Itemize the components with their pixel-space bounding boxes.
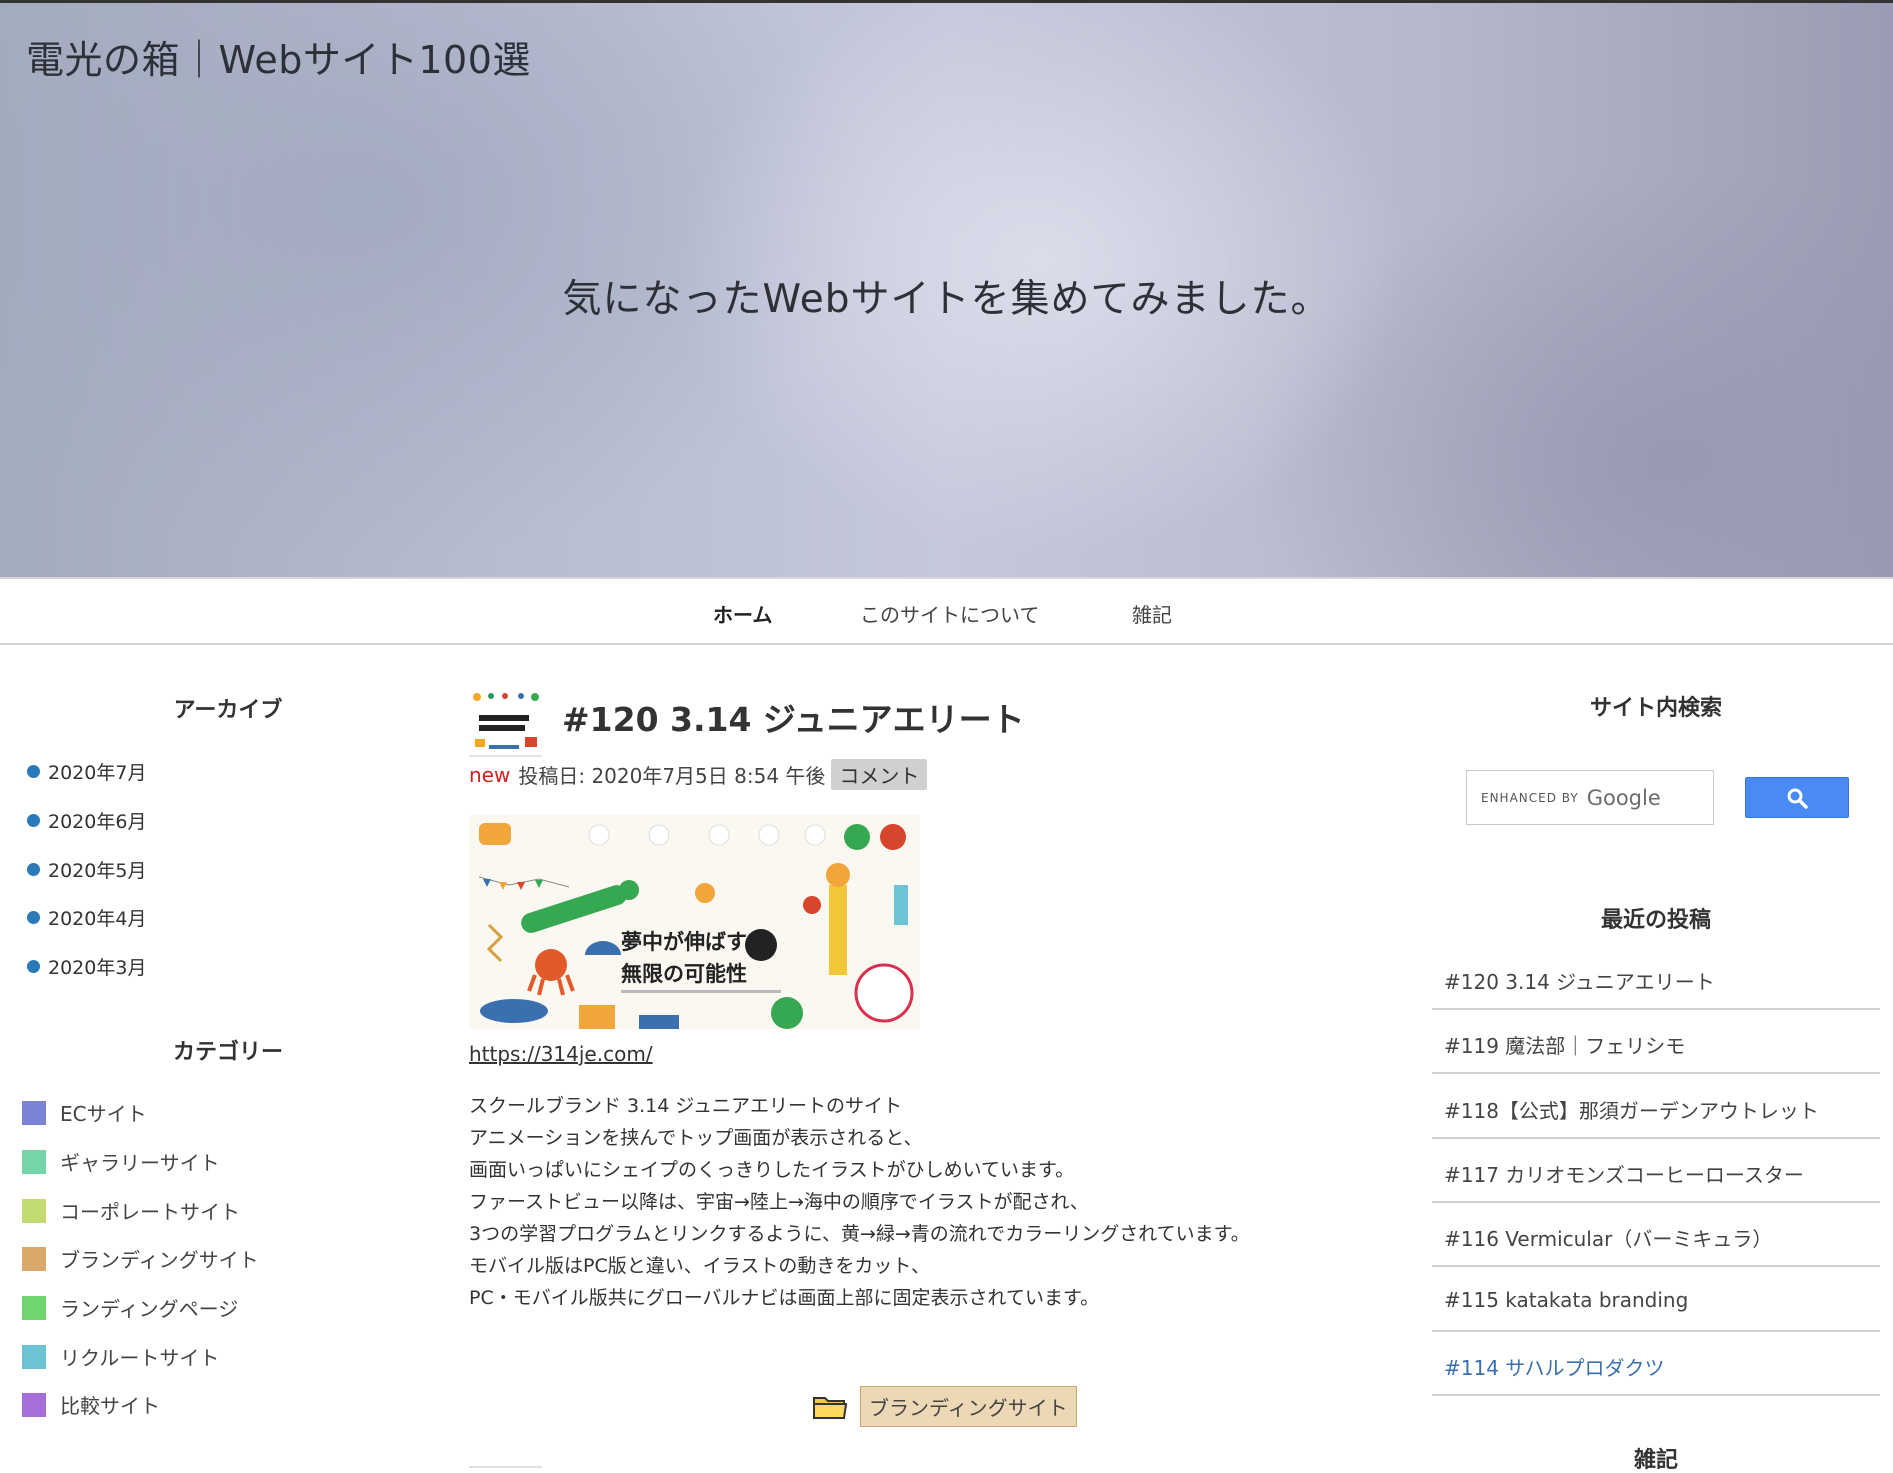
category-link[interactable]: リクルートサイト — [60, 1342, 219, 1371]
category-swatch — [22, 1246, 46, 1271]
body-line: スクールブランド 3.14 ジュニアエリートのサイト — [469, 1095, 903, 1117]
next-post-divider — [469, 1466, 542, 1468]
recent-posts-title: 最近の投稿 — [1600, 908, 1711, 933]
category-swatch — [22, 1392, 46, 1417]
main-nav: ホーム このサイトについて 雑記 — [0, 577, 1893, 645]
search-input[interactable]: ENHANCED BY Google — [1466, 770, 1714, 825]
category-swatch — [22, 1100, 46, 1125]
category-link[interactable]: ECサイト — [60, 1098, 147, 1127]
image-headline-1: 夢中が伸ばす — [621, 930, 747, 954]
comment-link[interactable]: コメント — [831, 759, 928, 790]
category-link[interactable]: コーポレートサイト — [60, 1196, 240, 1225]
category-item[interactable]: ブランディングサイト — [22, 1244, 259, 1273]
recent-post-item[interactable]: #116 Vermicular（バーミキュラ） — [1432, 1203, 1880, 1267]
category-swatch — [22, 1198, 46, 1223]
nav-misc[interactable]: 雑記 — [1132, 599, 1172, 628]
archive-link[interactable]: 2020年6月 — [48, 807, 146, 834]
body-line: ファーストビュー以降は、宇宙→陸上→海中の順序でイラストが配され、 — [469, 1191, 1089, 1213]
category-swatch — [22, 1149, 46, 1174]
hero-header: 電光の箱｜Webサイト100選 気になったWebサイトを集めてみました。 — [0, 3, 1893, 577]
post-thumbnail[interactable] — [469, 687, 542, 757]
archive-item[interactable]: 2020年5月 — [27, 856, 146, 883]
site-tagline: 気になったWebサイトを集めてみました。 — [562, 277, 1331, 322]
category-item[interactable]: 比較サイト — [22, 1390, 160, 1419]
category-swatch — [22, 1344, 46, 1369]
archive-link[interactable]: 2020年3月 — [48, 953, 146, 980]
post-meta: new 投稿日: 2020年7月5日 8:54 午後 コメント — [469, 759, 928, 790]
site-title[interactable]: 電光の箱｜Webサイト100選 — [26, 29, 531, 84]
archive-link[interactable]: 2020年5月 — [48, 856, 146, 883]
recent-post-item[interactable]: #119 魔法部｜フェリシモ — [1432, 1010, 1880, 1074]
post-body: スクールブランド 3.14 ジュニアエリートのサイト アニメーションを挟んでトッ… — [469, 1090, 1250, 1314]
nav-about[interactable]: このサイトについて — [860, 599, 1039, 628]
archive-item[interactable]: 2020年7月 — [27, 758, 146, 785]
misc-title: 雑記 — [1633, 1448, 1678, 1473]
bullet-icon — [27, 765, 40, 778]
recent-post-item[interactable]: #120 3.14 ジュニアエリート — [1432, 946, 1880, 1010]
category-item[interactable]: ランディングページ — [22, 1293, 238, 1322]
archive-title: アーカイブ — [173, 698, 283, 723]
google-logo: Google — [1586, 785, 1661, 810]
archive-item[interactable]: 2020年3月 — [27, 953, 146, 980]
category-title: カテゴリー — [172, 1040, 283, 1065]
category-tag[interactable]: ブランディングサイト — [860, 1386, 1077, 1427]
search-title: サイト内検索 — [1589, 696, 1722, 721]
body-line: 3つの学習プログラムとリンクするように、黄→緑→青の流れでカラーリングされていま… — [469, 1223, 1250, 1245]
search-icon — [1787, 788, 1808, 809]
archive-item[interactable]: 2020年6月 — [27, 807, 146, 834]
bullet-icon — [27, 863, 40, 876]
category-item[interactable]: ギャラリーサイト — [22, 1147, 220, 1176]
search-button[interactable] — [1745, 777, 1849, 818]
body-line: PC・モバイル版共にグローバルナビは画面上部に固定表示されています。 — [469, 1287, 1100, 1309]
category-link[interactable]: ブランディングサイト — [60, 1244, 259, 1273]
recent-post-item[interactable]: #117 カリオモンズコーヒーロースター — [1432, 1139, 1880, 1203]
body-line: 画面いっぱいにシェイプのくっきりしたイラストがひしめいています。 — [469, 1159, 1075, 1181]
bullet-icon — [27, 960, 40, 973]
featured-image[interactable]: 夢中が伸ばす 無限の可能性 — [469, 815, 920, 1029]
image-headline-2: 無限の可能性 — [621, 962, 747, 986]
category-item[interactable]: コーポレートサイト — [22, 1196, 240, 1225]
category-item[interactable]: ECサイト — [22, 1098, 147, 1127]
category-link[interactable]: ギャラリーサイト — [60, 1147, 220, 1176]
post-title[interactable]: #120 3.14 ジュニアエリート — [562, 693, 1025, 741]
nav-home[interactable]: ホーム — [713, 599, 772, 628]
new-badge: new — [469, 762, 511, 787]
archive-link[interactable]: 2020年7月 — [48, 758, 146, 785]
post-date: 投稿日: 2020年7月5日 8:54 午後 — [518, 764, 826, 788]
recent-post-item[interactable]: #115 katakata branding — [1432, 1268, 1880, 1332]
category-link[interactable]: ランディングページ — [60, 1293, 238, 1322]
enhanced-by-label: ENHANCED BY — [1481, 790, 1579, 805]
archive-link[interactable]: 2020年4月 — [48, 904, 146, 931]
recent-post-item[interactable]: #118【公式】那須ガーデンアウトレット — [1432, 1075, 1880, 1139]
body-line: アニメーションを挟んでトップ画面が表示されると、 — [469, 1127, 923, 1149]
bullet-icon — [27, 911, 40, 924]
category-item[interactable]: リクルートサイト — [22, 1342, 219, 1371]
folder-icon — [813, 1396, 848, 1419]
post-url-link[interactable]: https://314je.com/ — [469, 1042, 653, 1066]
recent-post-item[interactable]: #114 サハルプロダクツ — [1432, 1332, 1880, 1396]
category-swatch — [22, 1295, 46, 1320]
body-line: モバイル版はPC版と違い、イラストの動きをカット、 — [469, 1255, 930, 1277]
bullet-icon — [27, 814, 40, 827]
archive-item[interactable]: 2020年4月 — [27, 904, 146, 931]
category-link[interactable]: 比較サイト — [60, 1390, 160, 1419]
post-category: ブランディングサイト — [812, 1386, 1077, 1427]
